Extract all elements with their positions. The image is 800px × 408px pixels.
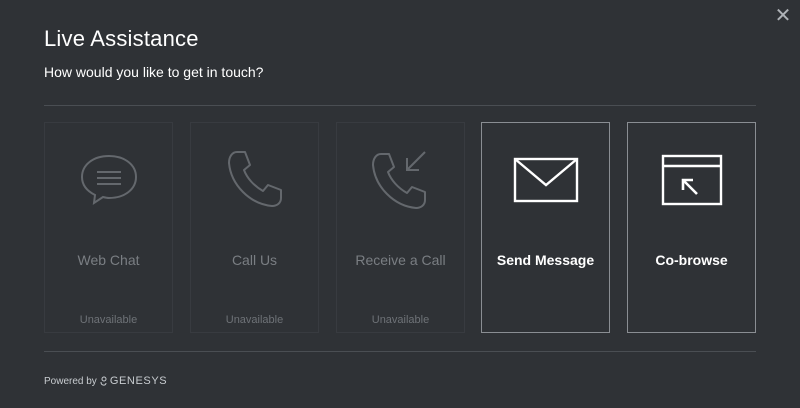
call-us-card: Call Us Unavailable — [190, 122, 319, 333]
send-message-label: Send Message — [496, 252, 595, 268]
cobrowse-icon — [628, 149, 755, 211]
receive-call-status: Unavailable — [371, 314, 430, 326]
top-divider — [44, 105, 756, 106]
web-chat-card: Web Chat Unavailable — [44, 122, 173, 333]
dialog-subtitle: How would you like to get in touch? — [44, 64, 264, 80]
receive-call-card: Receive a Call Unavailable — [336, 122, 465, 333]
genesys-brand-text: GENESYS — [109, 375, 168, 387]
chat-bubble-icon — [45, 149, 172, 211]
bottom-divider — [44, 351, 756, 352]
phone-icon — [191, 149, 318, 211]
cobrowse-label: Co-browse — [655, 252, 728, 268]
powered-by-text: Powered by — [44, 375, 97, 387]
call-us-label: Call Us — [231, 252, 278, 268]
send-message-card[interactable]: Send Message — [481, 122, 610, 333]
envelope-icon — [482, 149, 609, 211]
footer: Powered by GENESYS — [44, 375, 167, 387]
genesys-logo: GENESYS — [99, 375, 167, 387]
web-chat-label: Web Chat — [77, 252, 140, 268]
close-button[interactable]: ✕ — [774, 5, 792, 25]
genesys-mark-icon — [100, 376, 107, 386]
call-us-status: Unavailable — [225, 314, 284, 326]
cobrowse-card[interactable]: Co-browse — [627, 122, 756, 333]
receive-call-label: Receive a Call — [355, 252, 446, 268]
dialog-title: Live Assistance — [44, 26, 199, 51]
web-chat-status: Unavailable — [79, 314, 138, 326]
close-icon: ✕ — [774, 3, 792, 27]
phone-incoming-icon — [337, 149, 464, 211]
channel-options: Web Chat Unavailable Call Us Unavailable… — [44, 122, 756, 334]
